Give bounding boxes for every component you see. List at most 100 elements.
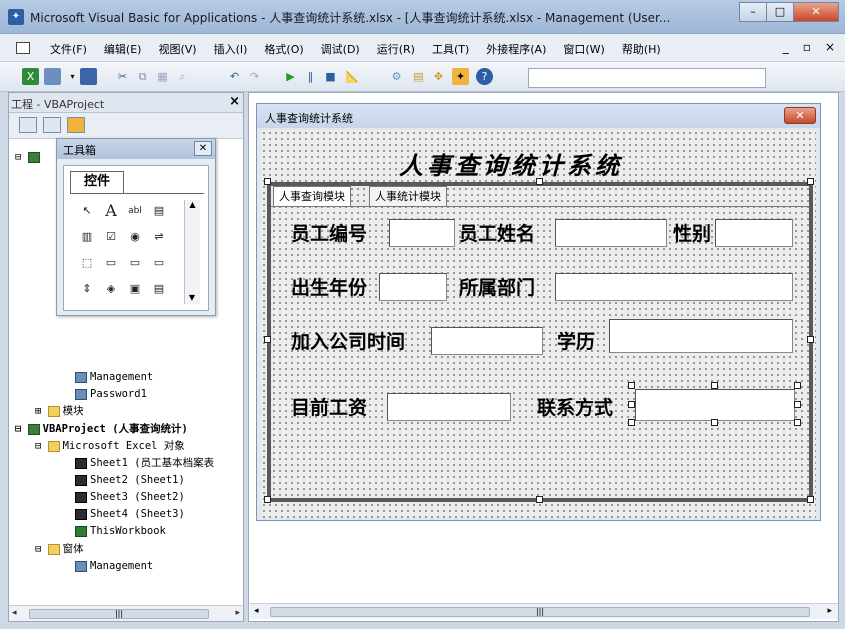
- label-birth-year[interactable]: 出生年份: [291, 273, 367, 300]
- menu-debug[interactable]: 调试(D): [321, 41, 360, 57]
- employee-id-textbox[interactable]: [389, 219, 455, 247]
- commandbutton-tool[interactable]: ▭: [102, 254, 120, 272]
- collapse-icon[interactable]: ⊟: [35, 543, 41, 555]
- toolbox-tab-controls[interactable]: 控件: [70, 171, 124, 193]
- frame-tool[interactable]: ⬚: [78, 254, 96, 272]
- resize-handle[interactable]: [628, 382, 635, 389]
- label-department[interactable]: 所属部门: [459, 273, 535, 300]
- tabstrip-tool[interactable]: ▭: [126, 254, 144, 272]
- design-mode-icon[interactable]: 📐: [344, 68, 361, 85]
- tree-item[interactable]: Password1: [75, 386, 147, 402]
- multipage-resize-handle[interactable]: [807, 178, 814, 185]
- label-contact[interactable]: 联系方式: [537, 393, 613, 420]
- multipage-resize-handle[interactable]: [264, 178, 271, 185]
- label-employee-id[interactable]: 员工编号: [291, 219, 367, 246]
- scroll-down-icon[interactable]: ▼: [185, 293, 199, 302]
- reset-icon[interactable]: ■: [322, 68, 339, 85]
- menu-insert[interactable]: 插入(I): [214, 41, 248, 57]
- menu-tools[interactable]: 工具(T): [432, 41, 469, 57]
- refedit-tool[interactable]: ▤: [150, 280, 168, 298]
- textbox-tool[interactable]: abl: [126, 202, 144, 220]
- cut-icon[interactable]: ✂: [114, 68, 131, 85]
- label-join-date[interactable]: 加入公司时间: [291, 327, 405, 354]
- toolbox-close-button[interactable]: ✕: [194, 141, 212, 156]
- label-tool[interactable]: A: [102, 202, 120, 220]
- mdi-window-icon[interactable]: [16, 42, 30, 54]
- scroll-thumb[interactable]: |||: [270, 607, 810, 617]
- find-icon[interactable]: ⌕: [174, 68, 191, 85]
- contact-textbox[interactable]: [635, 389, 795, 421]
- resize-handle[interactable]: [711, 382, 718, 389]
- mdi-restore-button[interactable]: ▫: [803, 40, 811, 54]
- label-gender[interactable]: 性别: [673, 219, 711, 246]
- select-objects-tool[interactable]: ↖: [78, 202, 96, 220]
- multipage-resize-handle[interactable]: [807, 336, 814, 343]
- scroll-right-icon[interactable]: ▸: [827, 606, 832, 616]
- copy-icon[interactable]: ⧉: [134, 68, 151, 85]
- listbox-tool[interactable]: ▥: [78, 228, 96, 246]
- properties-window-icon[interactable]: ▤: [410, 68, 427, 85]
- menu-file[interactable]: 文件(F): [50, 41, 87, 57]
- tab-statistics-module[interactable]: 人事统计模块: [369, 186, 447, 206]
- multipage-resize-handle[interactable]: [264, 336, 271, 343]
- resize-handle[interactable]: [711, 419, 718, 426]
- tree-item[interactable]: ⊟ Microsoft Excel 对象: [35, 438, 185, 454]
- resize-handle[interactable]: [794, 419, 801, 426]
- tree-item[interactable]: ⊟ VBAProject (人事查询统计): [15, 421, 188, 437]
- project-explorer-close-button[interactable]: ×: [229, 94, 240, 109]
- menu-format[interactable]: 格式(O): [264, 41, 303, 57]
- multipage-control[interactable]: 人事查询模块 人事统计模块 员工编号 员工姓名 性别 出生年份 所属部门 加入公…: [267, 182, 813, 502]
- scroll-thumb[interactable]: |||: [29, 609, 209, 619]
- tree-item[interactable]: Sheet3 (Sheet2): [75, 489, 185, 505]
- multipage-resize-handle[interactable]: [536, 178, 543, 185]
- scrollbar-tool[interactable]: ⇕: [78, 280, 96, 298]
- togglebutton-tool[interactable]: ⇌: [150, 228, 168, 246]
- toolbox-window[interactable]: 工具箱 ✕ 控件 ↖ A abl ▤ ▥ ☑ ◉ ⇌ ⬚ ▭ ▭ ▭ ⇕ ◈ ▣…: [56, 138, 216, 316]
- mdi-minimize-button[interactable]: _: [783, 40, 789, 54]
- gender-textbox[interactable]: [715, 219, 793, 247]
- multipage-resize-handle[interactable]: [807, 496, 814, 503]
- multipage-resize-handle[interactable]: [264, 496, 271, 503]
- view-object-icon[interactable]: [43, 117, 61, 133]
- toggle-folders-icon[interactable]: [67, 117, 85, 133]
- multipage-resize-handle[interactable]: [536, 496, 543, 503]
- image-tool[interactable]: ▣: [126, 280, 144, 298]
- userform-client-area[interactable]: 人事查询统计系统 人事查询模块 人事统计模块 员工编号 员工姓名 性别 出生年份…: [261, 130, 816, 518]
- combobox-tool[interactable]: ▤: [150, 202, 168, 220]
- minimize-button[interactable]: –: [739, 2, 767, 22]
- tab-query-module[interactable]: 人事查询模块: [273, 186, 351, 206]
- label-salary[interactable]: 目前工资: [291, 393, 367, 420]
- menu-view[interactable]: 视图(V): [158, 41, 196, 57]
- maximize-button[interactable]: □: [766, 2, 794, 22]
- resize-handle[interactable]: [628, 401, 635, 408]
- toolbox-icon[interactable]: ✦: [452, 68, 469, 85]
- view-excel-icon[interactable]: X: [22, 68, 39, 85]
- toolbox-scrollbar[interactable]: ▲ ▼: [184, 200, 200, 304]
- menu-edit[interactable]: 编辑(E): [104, 41, 142, 57]
- education-textbox[interactable]: [609, 319, 793, 353]
- close-button[interactable]: ✕: [793, 2, 839, 22]
- toolbox-header[interactable]: 工具箱 ✕: [57, 139, 215, 159]
- tree-item[interactable]: ⊞ 模块: [35, 403, 84, 419]
- scroll-up-icon[interactable]: ▲: [185, 200, 200, 209]
- multipage-tool[interactable]: ▭: [150, 254, 168, 272]
- collapse-icon[interactable]: ⊟: [15, 423, 21, 435]
- object-browser-icon[interactable]: ✥: [430, 68, 447, 85]
- save-icon[interactable]: [80, 68, 97, 85]
- spinbutton-tool[interactable]: ◈: [102, 280, 120, 298]
- redo-icon[interactable]: ↷: [246, 68, 263, 85]
- checkbox-tool[interactable]: ☑: [102, 228, 120, 246]
- break-icon[interactable]: ‖: [302, 68, 319, 85]
- help-icon[interactable]: ?: [476, 68, 493, 85]
- menu-addins[interactable]: 外接程序(A): [486, 41, 546, 57]
- birth-year-textbox[interactable]: [379, 273, 447, 301]
- tree-item[interactable]: Sheet1 (员工基本档案表: [75, 455, 214, 471]
- tree-item[interactable]: Sheet4 (Sheet3): [75, 506, 185, 522]
- salary-textbox[interactable]: [387, 393, 511, 421]
- menu-help[interactable]: 帮助(H): [622, 41, 661, 57]
- resize-handle[interactable]: [794, 401, 801, 408]
- userform-caption-bar[interactable]: 人事查询统计系统 ✕: [257, 104, 820, 128]
- userform-close-button[interactable]: ✕: [784, 107, 816, 124]
- undo-icon[interactable]: ↶: [226, 68, 243, 85]
- collapse-icon[interactable]: ⊟: [35, 440, 41, 452]
